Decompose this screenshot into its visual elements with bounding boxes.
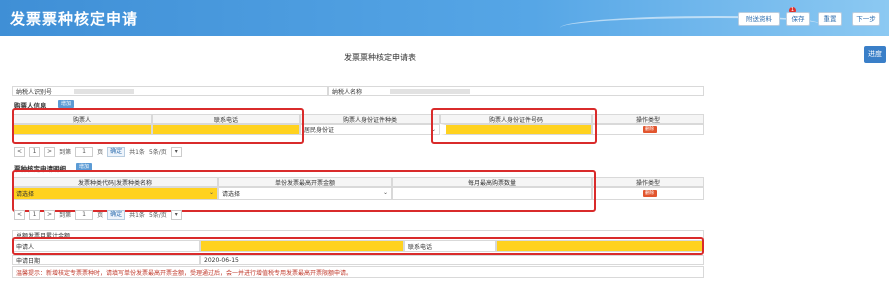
- total-count: 共1条: [129, 212, 145, 219]
- top-header-bar: 发票票种核定申请 附送资料 1 保存 重置 下一步: [0, 0, 889, 36]
- per-page-select[interactable]: ▾: [170, 146, 182, 157]
- taxpayer-name-cell: 纳税人名称: [328, 86, 704, 96]
- redacted-value: [390, 88, 471, 94]
- page-confirm-button[interactable]: 确定: [107, 146, 126, 157]
- redacted-value: [74, 88, 135, 94]
- next-step-button[interactable]: 下一步: [852, 12, 880, 26]
- save-button[interactable]: 保存: [786, 12, 810, 26]
- app-title: 发票票种核定申请: [10, 10, 139, 28]
- buyer-id-type-value: 居民身份证: [304, 127, 335, 134]
- notice-text: 温馨提示：新增核定专票票种时，请填写单份发票最高开票金额，受理通过后，会一并进行…: [12, 266, 704, 278]
- buyer-col-header: 操作类型: [592, 114, 704, 124]
- highlight-box: [431, 108, 597, 144]
- page-unit-label: 页: [97, 149, 104, 156]
- buyer-pager: < 1 > 到第 1 页 确定 共1条 5条/页 ▾: [14, 146, 182, 157]
- progress-button[interactable]: 进度: [864, 46, 886, 63]
- buyer-operation-cell: 删除: [592, 124, 704, 135]
- page-input[interactable]: 1: [75, 209, 94, 220]
- invoice-col-header: 操作类型: [592, 177, 704, 187]
- goto-label: 到第: [59, 149, 72, 156]
- page-confirm-button[interactable]: 确定: [107, 209, 126, 220]
- highlight-box: [12, 170, 596, 212]
- buyer-delete-button[interactable]: 删除: [642, 126, 657, 133]
- reset-button[interactable]: 重置: [818, 12, 842, 26]
- highlight-box: [12, 108, 304, 144]
- invoice-pager: < 1 > 到第 1 页 确定 共1条 5条/页 ▾: [14, 209, 182, 220]
- next-page-button[interactable]: >: [44, 209, 56, 220]
- page-number[interactable]: 1: [29, 209, 41, 220]
- per-page-label: 5条/页: [148, 212, 167, 219]
- prev-page-button[interactable]: <: [14, 146, 26, 157]
- form-title: 发票票种核定申请表: [344, 53, 416, 62]
- apply-date-value: 2020-06-15: [200, 255, 704, 265]
- highlight-box: [12, 237, 704, 255]
- taxpayer-name-label: 纳税人名称: [332, 88, 363, 96]
- page-input[interactable]: 1: [75, 146, 94, 157]
- per-page-select[interactable]: ▾: [170, 209, 182, 220]
- apply-date-label: 申请日期: [12, 255, 200, 265]
- taxpayer-id-label: 纳税人识别号: [16, 88, 53, 96]
- next-page-button[interactable]: >: [44, 146, 56, 157]
- taxpayer-row: 纳税人识别号 纳税人名称: [12, 86, 704, 96]
- decorative-wave: [560, 16, 820, 36]
- total-count: 共1条: [129, 149, 145, 156]
- per-page-label: 5条/页: [148, 149, 167, 156]
- page-number[interactable]: 1: [29, 146, 41, 157]
- buyer-add-button[interactable]: 增加: [58, 100, 74, 108]
- buyer-id-type-select[interactable]: 居民身份证 ⌄: [300, 124, 440, 135]
- buyer-col-header: 购票人身份证件种类: [300, 114, 440, 124]
- page-unit-label: 页: [97, 212, 104, 219]
- taxpayer-id-cell: 纳税人识别号: [12, 86, 328, 96]
- apply-date-row: 申请日期 2020-06-15: [12, 255, 704, 265]
- invoice-operation-cell: 删除: [592, 187, 704, 200]
- attach-materials-button[interactable]: 附送资料: [738, 12, 780, 26]
- goto-label: 到第: [59, 212, 72, 219]
- invoice-delete-button[interactable]: 删除: [642, 190, 657, 197]
- prev-page-button[interactable]: <: [14, 209, 26, 220]
- notice-row: 温馨提示：新增核定专票票种时，请填写单份发票最高开票金额，受理通过后，会一并进行…: [12, 266, 704, 278]
